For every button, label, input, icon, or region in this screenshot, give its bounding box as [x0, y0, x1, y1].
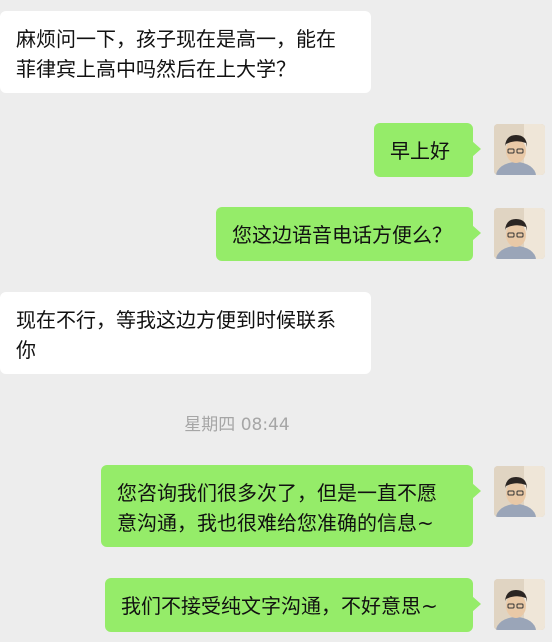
user-photo-avatar-icon: [494, 466, 545, 517]
user-photo-avatar-icon: [494, 208, 545, 259]
sender-avatar[interactable]: [494, 466, 545, 517]
sender-avatar[interactable]: [494, 208, 545, 259]
message-bubble-incoming[interactable]: 麻烦问一下，孩子现在是高一，能在 菲律宾上高中吗然后在上大学？: [0, 11, 371, 93]
sender-avatar[interactable]: [494, 579, 545, 630]
user-photo-avatar-icon: [494, 124, 545, 175]
message-bubble-outgoing[interactable]: 我们不接受纯文字沟通，不好意思~: [105, 578, 481, 632]
message-bubble-outgoing[interactable]: 您咨询我们很多次了，但是一直不愿 意沟通，我也很难给您准确的信息~: [101, 465, 481, 547]
message-bubble-outgoing[interactable]: 早上好: [374, 123, 481, 177]
message-bubble-incoming[interactable]: 现在不行，等我这边方便到时候联系 你: [0, 292, 371, 374]
message-bubble-outgoing[interactable]: 您这边语音电话方便么？: [216, 207, 481, 261]
sender-avatar[interactable]: [494, 124, 545, 175]
chat-timestamp: 星期四 08:44: [184, 415, 290, 435]
user-photo-avatar-icon: [494, 579, 545, 630]
